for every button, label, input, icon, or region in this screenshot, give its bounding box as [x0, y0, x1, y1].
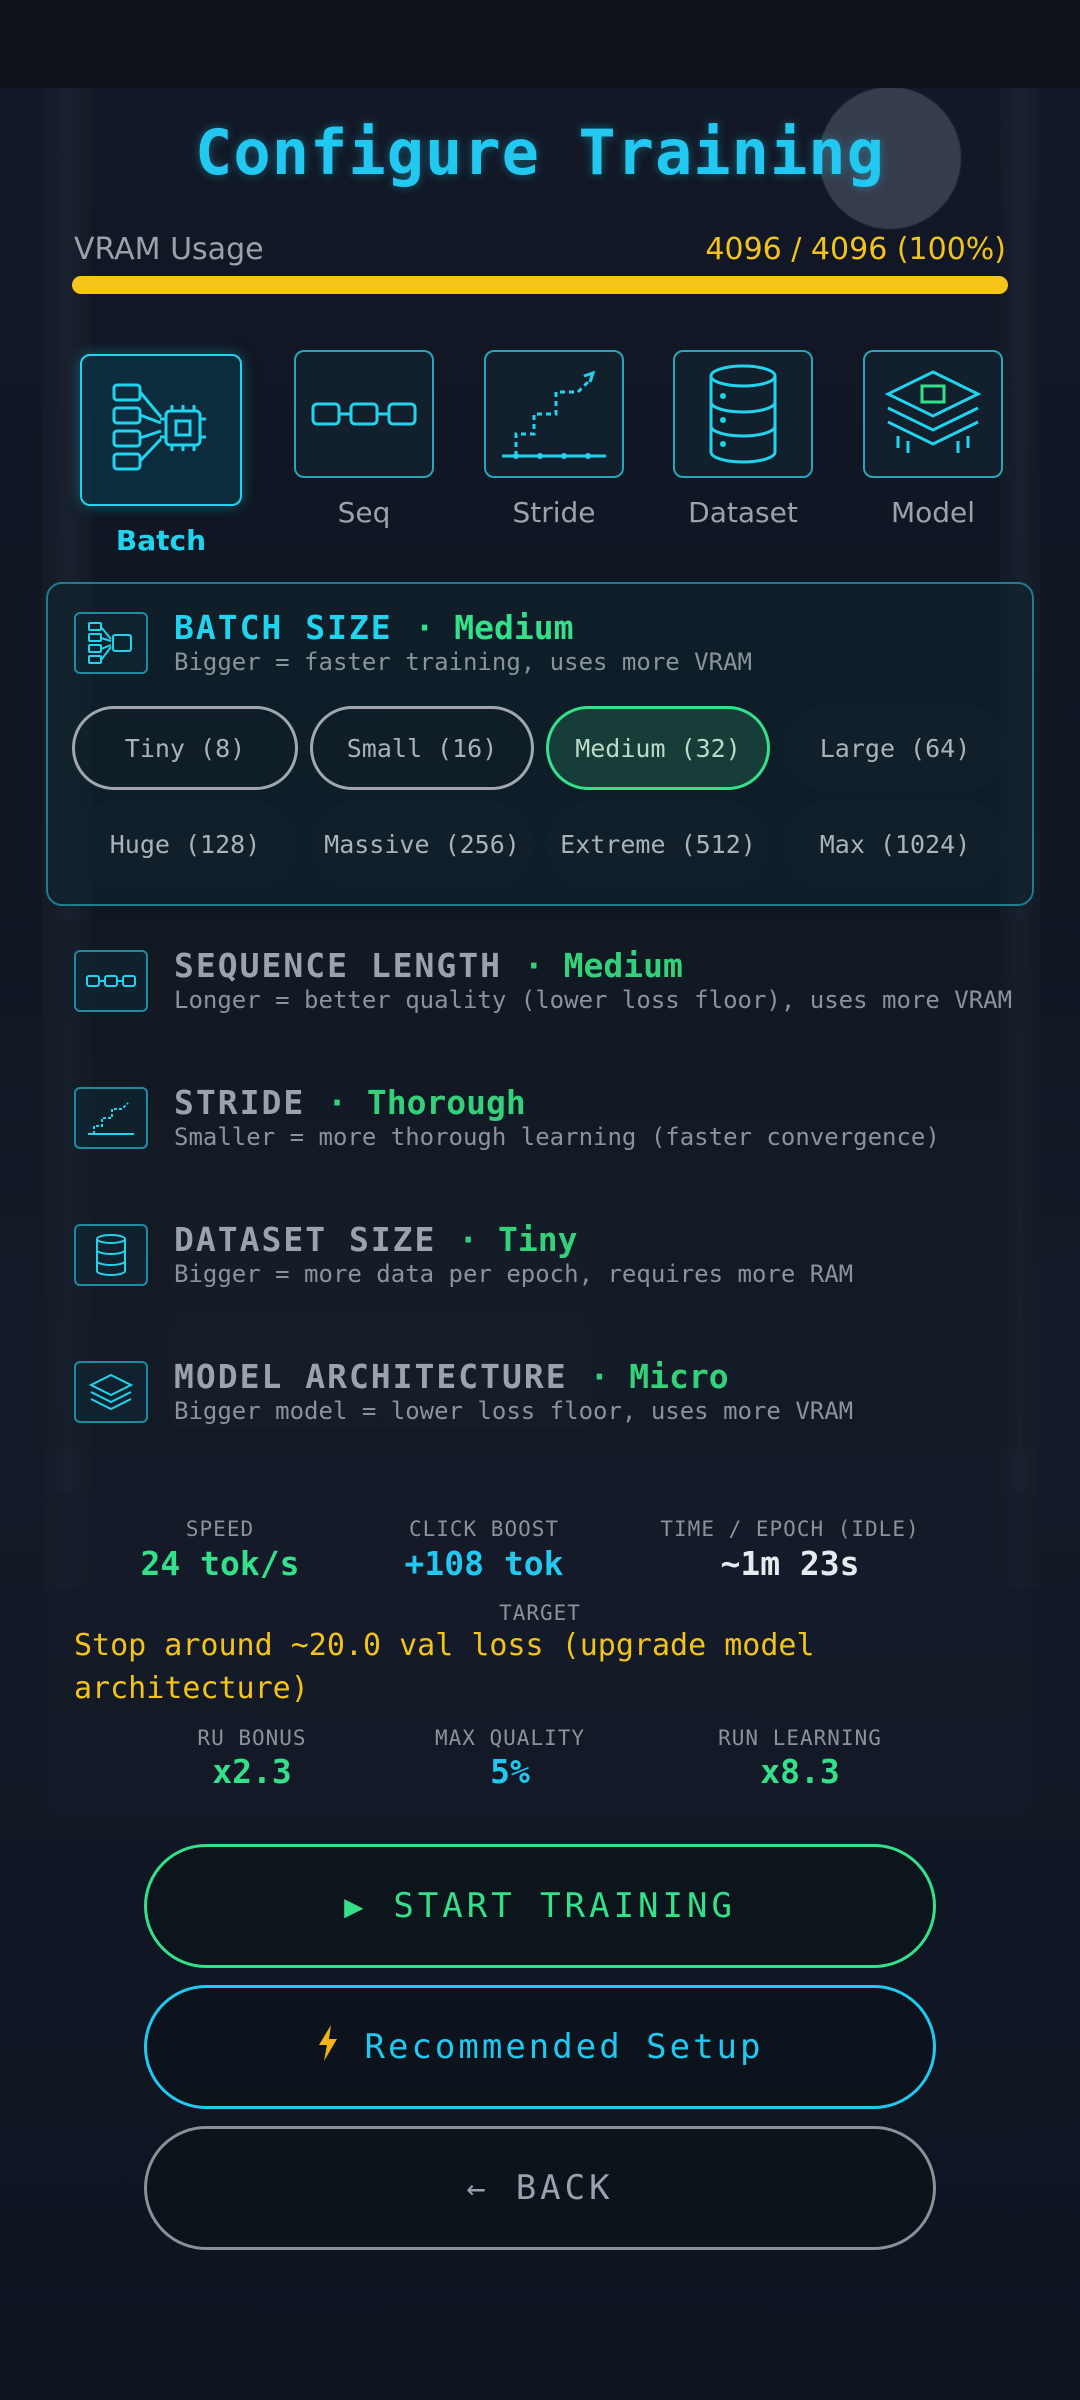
recommended-setup-label: Recommended Setup: [364, 2027, 764, 2067]
database-icon: [673, 350, 813, 478]
run-learning-label: RUN LEARNING: [718, 1726, 882, 1750]
batch-option-large[interactable]: Large (64): [782, 706, 1008, 790]
vram-bar-fill: [72, 276, 1008, 294]
time-epoch-label: TIME / EPOCH (IDLE): [660, 1517, 920, 1541]
database-icon[interactable]: [74, 1224, 148, 1286]
recommended-setup-button[interactable]: Recommended Setup: [144, 1985, 936, 2109]
model-architecture-title[interactable]: MODEL ARCHITECTURE · Micro: [174, 1357, 729, 1396]
speed-label: SPEED: [185, 1517, 255, 1541]
sequence-chain-icon[interactable]: [74, 950, 148, 1012]
model-layers-icon[interactable]: [74, 1361, 148, 1423]
batch-option-tiny[interactable]: Tiny (8): [72, 706, 298, 790]
start-training-label: START TRAINING: [393, 1886, 736, 1926]
ru-bonus-label: RU BONUS: [197, 1726, 307, 1750]
batch-option-small[interactable]: Small (16): [310, 706, 534, 790]
tab-label: Stride: [512, 496, 596, 529]
vram-bar: [72, 276, 1008, 294]
click-boost-label: CLICK BOOST: [408, 1517, 560, 1541]
play-icon: ▶: [344, 1887, 368, 1925]
sequence-chain-icon: [294, 350, 434, 478]
tab-stride[interactable]: Stride: [484, 350, 624, 529]
stride-value: · Thorough: [327, 1083, 526, 1122]
target-label: TARGET: [499, 1601, 581, 1625]
stride-desc: Smaller = more thorough learning (faster…: [174, 1123, 940, 1151]
back-button[interactable]: ← BACK: [144, 2126, 936, 2250]
stride-title[interactable]: STRIDE · Thorough: [174, 1083, 526, 1122]
start-training-button[interactable]: ▶ START TRAINING: [144, 1844, 936, 1968]
batch-network-icon: [80, 354, 242, 506]
lightning-icon: [317, 2024, 339, 2070]
tab-batch[interactable]: Batch: [80, 354, 242, 557]
stride-steps-icon: [484, 350, 624, 478]
batch-size-desc: Bigger = faster training, uses more VRAM: [174, 648, 752, 676]
model-architecture-desc: Bigger model = lower loss floor, uses mo…: [174, 1397, 854, 1425]
speed-value: 24 tok/s: [140, 1544, 300, 1583]
sequence-length-desc: Longer = better quality (lower loss floo…: [174, 986, 1013, 1014]
dataset-size-value: · Tiny: [458, 1220, 578, 1259]
vram-label: VRAM Usage: [74, 232, 264, 267]
max-quality-value: 5%: [490, 1752, 530, 1791]
model-layers-icon: [863, 350, 1003, 478]
time-epoch-value: ~1m 23s: [720, 1544, 860, 1583]
run-learning-value: x8.3: [760, 1752, 840, 1791]
ru-bonus-value: x2.3: [212, 1752, 292, 1791]
batch-option-extreme[interactable]: Extreme (512): [546, 802, 770, 886]
tab-label: Seq: [337, 496, 391, 529]
stride-steps-icon[interactable]: [74, 1087, 148, 1149]
batch-option-medium[interactable]: Medium (32): [546, 706, 770, 790]
batch-size-title: BATCH SIZE · Medium: [174, 608, 574, 647]
vram-value: 4096 / 4096 (100%): [705, 232, 1006, 267]
target-text: Stop around ~20.0 val loss (upgrade mode…: [74, 1628, 815, 1706]
model-architecture-value: · Micro: [589, 1357, 729, 1396]
tab-label: Dataset: [688, 496, 798, 529]
page-title: Configure Training: [195, 116, 885, 189]
dataset-size-title[interactable]: DATASET SIZE · Tiny: [174, 1220, 578, 1259]
sequence-length-value: · Medium: [523, 946, 683, 985]
batch-network-icon: [74, 612, 148, 674]
back-label: BACK: [515, 2168, 614, 2208]
tab-label: Batch: [115, 524, 207, 557]
dataset-size-desc: Bigger = more data per epoch, requires m…: [174, 1260, 854, 1288]
tab-seq[interactable]: Seq: [294, 350, 434, 529]
tab-model[interactable]: Model: [863, 350, 1003, 529]
tab-label: Model: [890, 496, 976, 529]
batch-option-max[interactable]: Max (1024): [782, 802, 1008, 886]
max-quality-label: MAX QUALITY: [434, 1726, 586, 1750]
tab-dataset[interactable]: Dataset: [673, 350, 813, 529]
batch-option-massive[interactable]: Massive (256): [310, 802, 534, 886]
arrow-left-icon: ←: [466, 2169, 490, 2207]
sequence-length-title[interactable]: SEQUENCE LENGTH · Medium: [174, 946, 683, 985]
click-boost-value: +108 tok: [404, 1544, 564, 1583]
batch-option-huge[interactable]: Huge (128): [72, 802, 298, 886]
batch-size-value: · Medium: [414, 608, 574, 647]
